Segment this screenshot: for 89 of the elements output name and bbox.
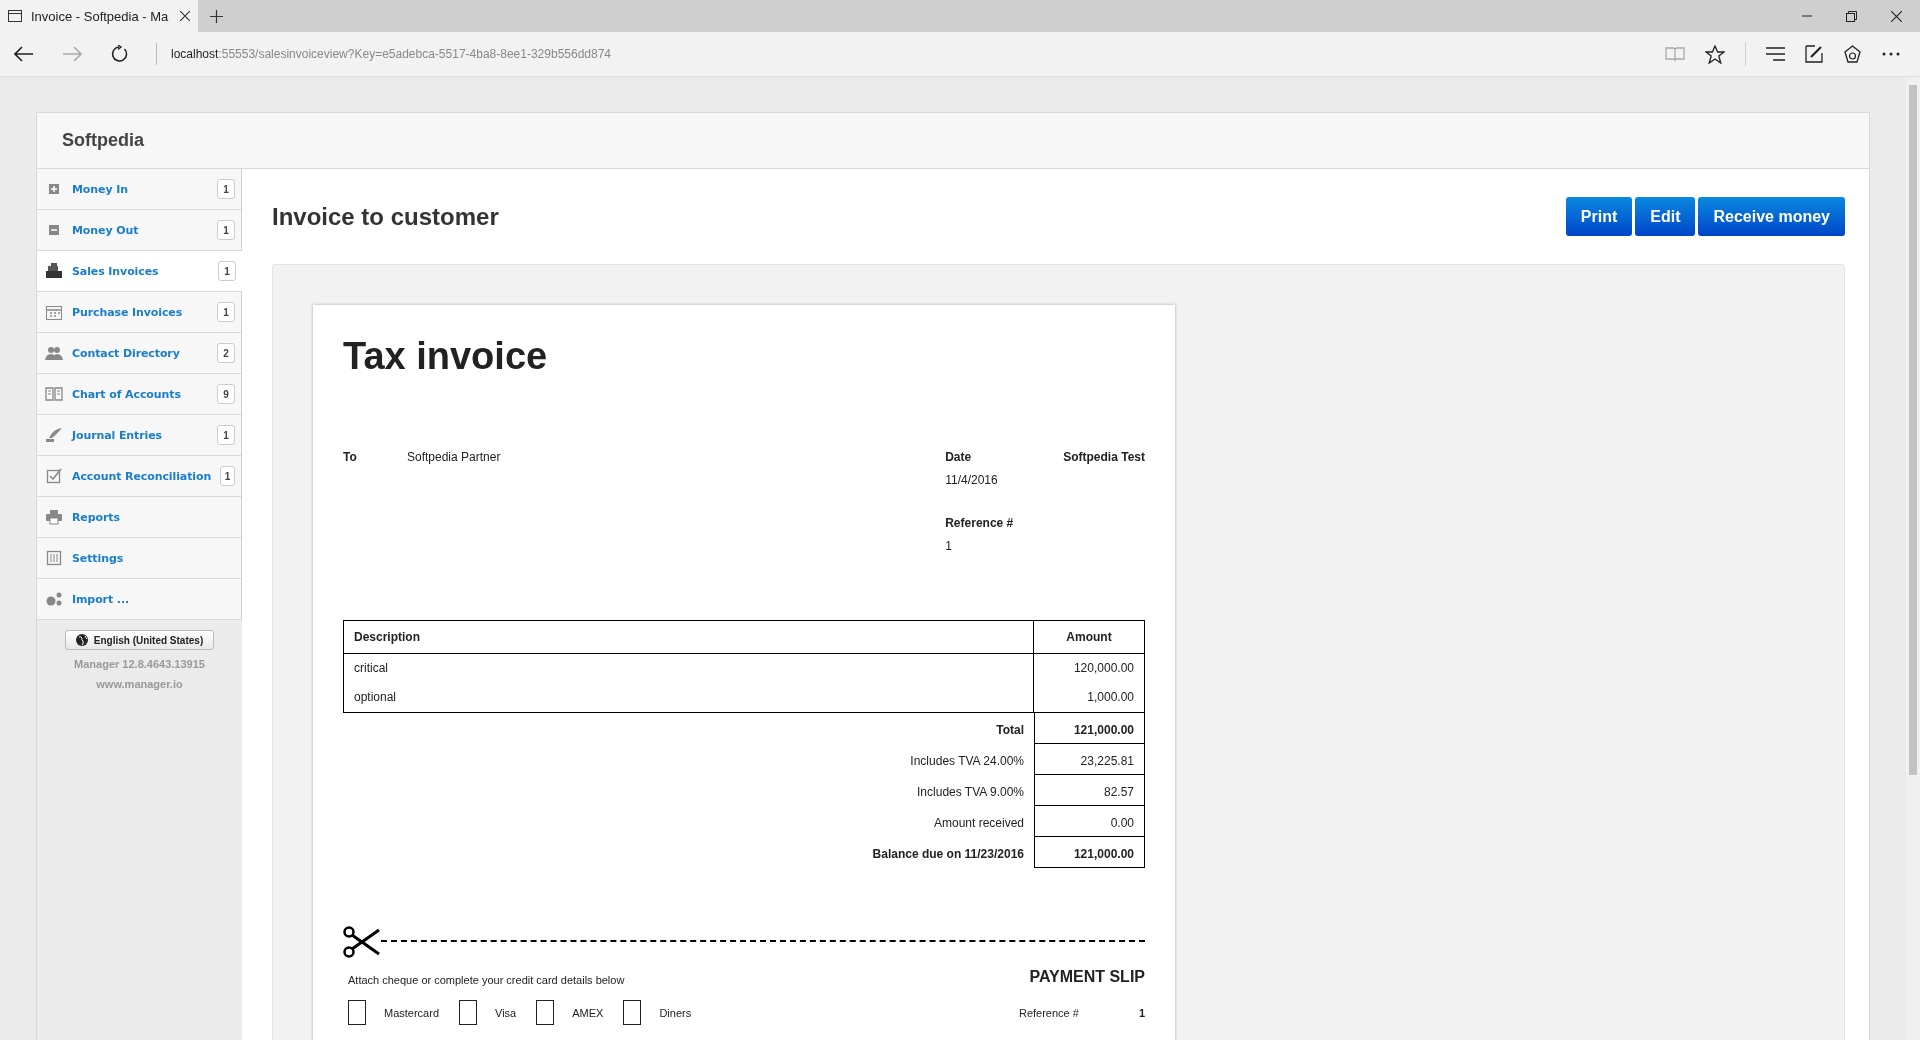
sidebar-item[interactable]: Account Reconciliation 1 [37,456,241,497]
slip-title: PAYMENT SLIP [1029,968,1145,986]
sidebar-item[interactable]: Purchase Invoices 1 [37,292,241,333]
field-label: Date [945,450,973,464]
count-badge: 1 [218,261,236,281]
sliders-icon [45,550,63,566]
language-button[interactable]: English (United States) [64,630,215,650]
total-amount: 121,000.00 [1034,713,1145,744]
page-title: Invoice to customer [272,202,499,231]
total-label: Balance due on 11/23/2016 [871,846,1025,863]
column-header: Amount [1033,620,1145,654]
date-value: 11/4/2016 [945,473,999,487]
sidebar-item[interactable]: Chart of Accounts 9 [37,374,241,415]
sidebar-item[interactable]: Sales Invoices 1 [37,251,242,292]
sidebar-item[interactable]: Money In 1 [37,169,241,210]
close-icon[interactable] [180,11,190,21]
card-checkbox[interactable] [536,1000,555,1025]
card-label: Diners [659,1006,692,1019]
table-cell: optional [343,683,1034,713]
total-amount: 0.00 [1034,806,1145,837]
sidebar-item[interactable]: Journal Entries 1 [37,415,241,456]
total-amount: 82.57 [1034,775,1145,806]
count-badge: 1 [217,220,235,240]
table-cell: critical [343,653,1034,683]
action-button[interactable]: Print [1565,197,1633,236]
table-cell: 120,000.00 [1033,653,1145,683]
scissors-icon [343,926,381,958]
address-field[interactable]: localhost:55553/salesinvoiceview?Key=e5adebca-5517-4ba8-8ee1-329b556dd874 [156,43,612,65]
tab-title: Invoice - Softpedia - Ma [31,8,170,24]
total-amount: 121,000.00 [1034,837,1145,868]
card-checkbox[interactable] [623,1000,642,1025]
slip-instructions: Attach cheque or complete your credit card details below [348,974,625,986]
sidebar-item[interactable]: Import ... [37,579,241,620]
card-label: AMEX [572,1006,604,1019]
more-icon[interactable] [1882,52,1900,56]
reference-value: 1 [1138,1006,1145,1019]
printer-icon [45,509,63,525]
card-checkbox[interactable] [459,1000,478,1025]
new-tab-icon[interactable] [210,9,223,23]
hub-icon[interactable] [1766,47,1785,61]
field-label: Reference # [1018,1006,1079,1019]
pen-icon[interactable] [1805,45,1823,63]
book-icon [45,386,63,402]
count-badge: 1 [220,466,235,486]
website-text: www.manager.io [96,678,183,690]
checkbox-icon [45,468,63,484]
action-button[interactable]: Receive money [1698,197,1845,236]
column-header: Description [343,620,1034,654]
count-badge: 1 [217,302,235,322]
total-label: Includes TVA 24.00% [909,753,1025,770]
card-checkbox[interactable] [348,1000,366,1025]
issuer-name: Softpedia Test [1063,450,1145,466]
sidebar-item[interactable]: Reports [37,497,241,538]
refresh-icon[interactable] [110,45,128,63]
count-badge: 1 [217,179,235,199]
page-icon [8,10,22,22]
quill-icon [45,427,63,443]
restore-icon[interactable] [1846,10,1857,22]
globe-icon [75,634,88,646]
table-cell: 1,000.00 [1033,683,1145,713]
action-button[interactable]: Edit [1635,197,1696,236]
invoice-title: Tax invoice [343,335,549,378]
total-label: Includes TVA 9.00% [916,784,1025,801]
close-icon[interactable] [1891,10,1902,22]
field-label: To [343,450,358,466]
card-label: Mastercard [384,1006,440,1019]
sidebar-item[interactable]: Settings [37,538,241,579]
count-badge: 9 [217,384,235,404]
share-icon[interactable] [1843,45,1862,63]
calendar-icon [45,304,63,320]
cash-register-icon [45,263,63,279]
customer-name: Softpedia Partner [407,450,502,466]
business-name: Softpedia [62,130,144,151]
sidebar-item[interactable]: Contact Directory 2 [37,333,241,374]
cubes-icon [45,591,63,607]
card-label: Visa [495,1006,517,1019]
star-icon[interactable] [1705,44,1725,64]
total-amount: 23,225.81 [1034,744,1145,775]
field-label: Reference # [945,516,1015,530]
count-badge: 2 [217,343,235,363]
scrollbar[interactable] [1906,77,1920,1040]
count-badge: 1 [217,425,235,445]
people-icon [45,345,63,361]
back-icon[interactable] [14,46,34,62]
total-label: Total [995,722,1025,739]
browser-tab[interactable]: Invoice - Softpedia - Ma [0,0,198,32]
version-text: Manager 12.8.4643.13915 [74,658,205,670]
total-label: Amount received [932,815,1025,832]
reference-value: 1 [945,539,953,553]
